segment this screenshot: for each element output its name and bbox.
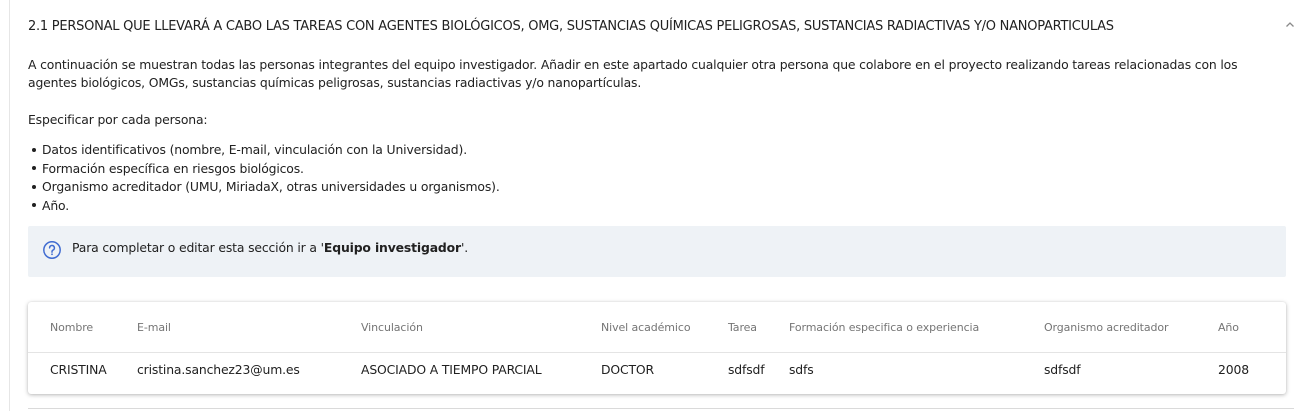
list-item: Formación específica en riesgos biológic… (32, 160, 500, 179)
column-header-email[interactable]: E-mail (137, 321, 171, 334)
info-text: Para completar o editar esta sección ir … (72, 240, 469, 255)
chevron-up-icon[interactable] (1282, 17, 1298, 33)
spec-intro: Especificar por cada persona: (28, 112, 208, 127)
intro-paragraph: A continuación se muestran todas las per… (28, 57, 1238, 90)
column-header-organismo[interactable]: Organismo acreditador (1044, 321, 1169, 334)
column-header-anio[interactable]: Año (1218, 321, 1239, 334)
header-divider (28, 352, 1286, 353)
section-title: 2.1 PERSONAL QUE LLEVARÁ A CABO LAS TARE… (28, 19, 1114, 34)
column-header-nivel[interactable]: Nivel académico (601, 321, 691, 334)
cell-tarea: sdfsdf (728, 362, 765, 377)
section-header[interactable]: 2.1 PERSONAL QUE LLEVARÁ A CABO LAS TARE… (28, 17, 1294, 37)
cell-anio: 2008 (1218, 362, 1249, 377)
column-header-nombre[interactable]: Nombre (50, 321, 93, 334)
cell-nombre: CRISTINA (50, 362, 107, 377)
cell-organismo: sdfsdf (1044, 362, 1081, 377)
list-item: Año. (32, 197, 500, 216)
bullet-icon (32, 203, 36, 207)
cell-vinculacion: ASOCIADO A TIEMPO PARCIAL (361, 362, 542, 377)
bullet-icon (32, 184, 36, 189)
expansion-panel: 2.1 PERSONAL QUE LLEVARÁ A CABO LAS TARE… (9, 0, 1303, 411)
list-item: Datos identificativos (nombre, E-mail, v… (32, 141, 500, 160)
cell-nivel: DOCTOR (601, 362, 654, 377)
bullet-icon (32, 147, 36, 152)
column-header-tarea[interactable]: Tarea (728, 321, 757, 334)
equipo-investigador-link[interactable]: Equipo investigador (324, 240, 461, 255)
list-item: Organismo acreditador (UMU, MiriadaX, ot… (32, 178, 500, 197)
cell-email: cristina.sanchez23@um.es (137, 362, 300, 377)
column-header-formacion[interactable]: Formación especifica o experiencia (789, 321, 979, 334)
column-header-vinculacion[interactable]: Vinculación (361, 321, 423, 334)
panel-bottom-divider (28, 408, 1294, 409)
bullet-icon (32, 166, 36, 170)
info-box: Para completar o editar esta sección ir … (28, 226, 1286, 277)
cell-formacion: sdfs (789, 362, 814, 377)
help-circle-icon[interactable] (42, 240, 62, 260)
personnel-table: Nombre E-mail Vinculación Nivel académic… (28, 302, 1286, 394)
requirements-list: Datos identificativos (nombre, E-mail, v… (32, 141, 500, 215)
